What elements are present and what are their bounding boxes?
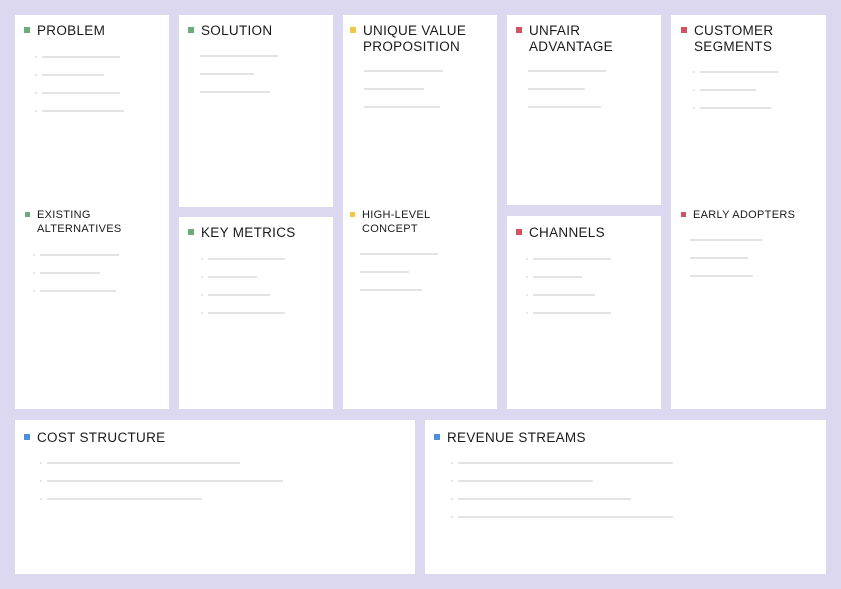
placeholder-line [40, 480, 283, 482]
cost-structure-placeholder-lines[interactable] [40, 462, 287, 516]
placeholder-line [201, 312, 285, 314]
red-square-icon [516, 27, 522, 33]
early-adopters-placeholder-lines[interactable] [690, 239, 770, 293]
key-metrics-placeholder-lines[interactable] [201, 258, 288, 330]
card-key-metrics: KEY METRICS [179, 217, 333, 409]
placeholder-line [200, 55, 278, 57]
uvp-title-text: UNIQUE VALUE PROPOSITION [363, 23, 467, 54]
card-channels: CHANNELS [507, 216, 661, 409]
placeholder-line [690, 239, 762, 241]
green-square-icon [25, 212, 30, 217]
placeholder-line [526, 258, 611, 260]
placeholder-line [40, 462, 240, 464]
revenue-streams-title: REVENUE STREAMS [434, 430, 647, 446]
placeholder-line [364, 88, 424, 90]
placeholder-line [693, 107, 771, 109]
channels-placeholder-lines[interactable] [526, 258, 613, 330]
revenue-streams-title-text: REVENUE STREAMS [447, 430, 586, 445]
uvp-placeholder-lines[interactable] [364, 70, 444, 124]
placeholder-line [35, 74, 104, 76]
early-adopters-title-text: EARLY ADOPTERS [693, 209, 796, 221]
placeholder-line [35, 92, 120, 94]
placeholder-line [364, 70, 443, 72]
high-level-concept-placeholder-lines[interactable] [360, 253, 440, 307]
solution-placeholder-lines[interactable] [200, 55, 280, 109]
high-level-concept-title-text: HIGH-LEVEL CONCEPT [362, 209, 431, 235]
placeholder-line [33, 290, 116, 292]
placeholder-line [451, 516, 673, 518]
high-level-concept-title: HIGH-LEVEL CONCEPT [350, 208, 432, 236]
placeholder-line [200, 91, 270, 93]
customer-segments-title-text: CUSTOMER SEGMENTS [694, 23, 774, 54]
placeholder-line [451, 480, 593, 482]
blue-square-icon [434, 434, 440, 440]
placeholder-line [33, 254, 119, 256]
unfair-advantage-placeholder-lines[interactable] [528, 70, 608, 124]
problem-title: PROBLEM [24, 23, 147, 39]
card-customer-segments: CUSTOMER SEGMENTS EARLY ADOPTERS [671, 15, 826, 409]
placeholder-line [451, 498, 631, 500]
key-metrics-title: KEY METRICS [188, 225, 321, 241]
placeholder-line [528, 70, 606, 72]
blue-square-icon [24, 434, 30, 440]
customer-segments-title: CUSTOMER SEGMENTS [681, 23, 794, 55]
channels-title: CHANNELS [516, 225, 639, 241]
early-adopters-title: EARLY ADOPTERS [681, 208, 813, 222]
card-unique-value-proposition: UNIQUE VALUE PROPOSITION HIGH-LEVEL CONC… [343, 15, 497, 409]
placeholder-line [201, 258, 285, 260]
customer-segments-placeholder-lines[interactable] [693, 71, 780, 125]
solution-title: SOLUTION [188, 23, 311, 39]
red-square-icon [681, 212, 686, 217]
revenue-streams-placeholder-lines[interactable] [451, 462, 678, 534]
placeholder-line [35, 110, 124, 112]
problem-title-text: PROBLEM [37, 23, 106, 38]
existing-alternatives-placeholder-lines[interactable] [33, 254, 120, 308]
card-cost-structure: COST STRUCTURE [15, 420, 415, 574]
placeholder-line [526, 276, 582, 278]
yellow-square-icon [350, 27, 356, 33]
placeholder-line [360, 253, 438, 255]
green-square-icon [188, 229, 194, 235]
cost-structure-title-text: COST STRUCTURE [37, 430, 166, 445]
yellow-square-icon [350, 212, 355, 217]
placeholder-line [201, 294, 270, 296]
existing-alternatives-title: EXISTING ALTERNATIVES [25, 208, 127, 236]
placeholder-line [528, 88, 585, 90]
solution-title-text: SOLUTION [201, 23, 273, 38]
unfair-advantage-title: UNFAIR ADVANTAGE [516, 23, 629, 55]
channels-title-text: CHANNELS [529, 225, 605, 240]
card-unfair-advantage: UNFAIR ADVANTAGE [507, 15, 661, 205]
key-metrics-title-text: KEY METRICS [201, 225, 296, 240]
uvp-title: UNIQUE VALUE PROPOSITION [350, 23, 483, 55]
placeholder-line [360, 271, 409, 273]
placeholder-line [526, 312, 611, 314]
placeholder-line [35, 56, 120, 58]
card-solution: SOLUTION [179, 15, 333, 207]
placeholder-line [364, 106, 440, 108]
placeholder-line [690, 275, 753, 277]
placeholder-line [40, 498, 202, 500]
cost-structure-title: COST STRUCTURE [24, 430, 237, 446]
placeholder-line [528, 106, 601, 108]
green-square-icon [188, 27, 194, 33]
placeholder-line [200, 73, 254, 75]
placeholder-line [526, 294, 595, 296]
red-square-icon [516, 229, 522, 235]
problem-placeholder-lines[interactable] [35, 56, 124, 128]
placeholder-line [693, 71, 778, 73]
card-revenue-streams: REVENUE STREAMS [425, 420, 826, 574]
placeholder-line [360, 289, 422, 291]
unfair-advantage-title-text: UNFAIR ADVANTAGE [529, 23, 613, 54]
placeholder-line [451, 462, 673, 464]
placeholder-line [201, 276, 257, 278]
card-problem: PROBLEM EXISTING ALTERNATIVES [15, 15, 169, 409]
placeholder-line [33, 272, 100, 274]
red-square-icon [681, 27, 687, 33]
green-square-icon [24, 27, 30, 33]
existing-alternatives-title-text: EXISTING ALTERNATIVES [37, 209, 122, 235]
placeholder-line [693, 89, 756, 91]
placeholder-line [690, 257, 748, 259]
